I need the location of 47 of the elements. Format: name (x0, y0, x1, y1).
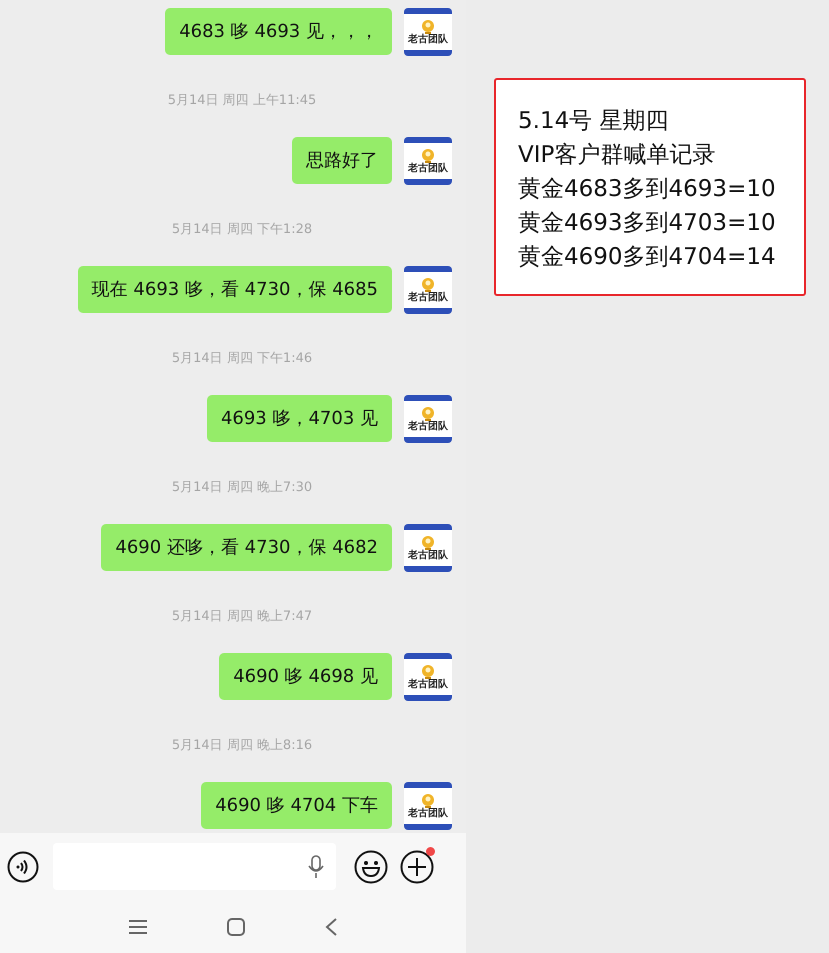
microphone-icon[interactable] (308, 854, 324, 878)
avatar-label: 老古团队 (408, 551, 448, 561)
note-line: 5.14号 星期四 (518, 107, 670, 136)
menu-icon[interactable] (129, 920, 147, 934)
avatar[interactable]: 老古团队 (404, 137, 452, 185)
avatar-label: 老古团队 (408, 35, 448, 45)
message-bubble: 思路好了 (292, 137, 392, 184)
avatar-label: 老古团队 (408, 164, 448, 174)
avatar-label: 老古团队 (408, 809, 448, 819)
avatar-label: 老古团队 (408, 422, 448, 432)
trophy-icon (420, 406, 436, 422)
avatar[interactable]: 老古团队 (404, 782, 452, 830)
trophy-icon (420, 664, 436, 680)
message-bubble: 4693 哆，4703 见 (206, 395, 392, 442)
avatar[interactable]: 老古团队 (404, 653, 452, 701)
message-bubble: 4690 哆 4704 下车 (201, 782, 392, 829)
emoji-icon[interactable] (354, 850, 388, 884)
avatar[interactable]: 老古团队 (404, 524, 452, 572)
timestamp: 5月14日 周四 下午1:28 (170, 221, 312, 239)
timestamp: 5月14日 周四 晚上7:30 (170, 479, 312, 497)
timestamp: 5月14日 周四 晚上8:16 (170, 737, 312, 755)
note-line: 黄金4690多到4704=14 (518, 243, 777, 272)
note-line: 黄金4683多到4693=10 (518, 175, 777, 204)
timestamp: 5月14日 周四 晚上7:47 (170, 608, 312, 626)
trophy-icon (420, 535, 436, 551)
plus-icon[interactable] (400, 850, 434, 884)
trophy-icon (420, 277, 436, 293)
avatar-label: 老古团队 (408, 293, 448, 303)
timestamp: 5月14日 周四 上午11:45 (166, 92, 316, 110)
avatar[interactable]: 老古团队 (404, 395, 452, 443)
message-bubble: 4690 哆 4698 见 (219, 653, 392, 700)
message-bubble: 现在 4693 哆，看 4730，保 4685 (78, 266, 392, 313)
avatar-label: 老古团队 (408, 680, 448, 690)
message-input-field[interactable] (53, 843, 336, 890)
home-icon[interactable] (227, 918, 245, 936)
trophy-icon (420, 148, 436, 164)
avatar[interactable]: 老古团队 (404, 266, 452, 314)
note-line: VIP客户群喊单记录 (518, 141, 716, 170)
voice-icon[interactable] (7, 850, 39, 882)
trophy-icon (420, 19, 436, 35)
trophy-icon (420, 793, 436, 809)
timestamp: 5月14日 周四 下午1:46 (170, 350, 312, 368)
avatar[interactable]: 老古团队 (404, 8, 452, 56)
message-bubble: 4683 哆 4693 见，，， (165, 8, 392, 55)
note-line: 黄金4693多到4703=10 (518, 209, 777, 238)
back-icon[interactable] (325, 918, 337, 936)
message-bubble: 4690 还哆，看 4730，保 4682 (101, 524, 392, 571)
